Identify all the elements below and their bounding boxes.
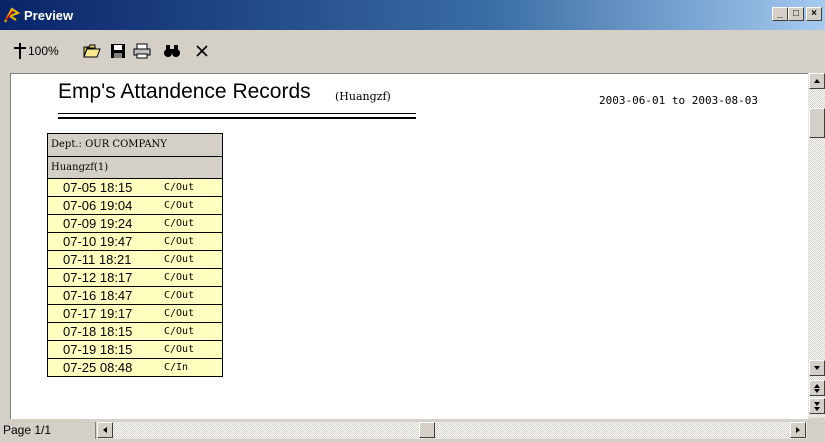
find-icon bbox=[164, 45, 180, 57]
table-row: 07-25 08:48 C/In bbox=[48, 358, 222, 376]
arrow-left-icon bbox=[103, 427, 107, 433]
table-row: 07-19 18:15 C/Out bbox=[48, 340, 222, 358]
table-row: 07-11 18:21 C/Out bbox=[48, 250, 222, 268]
record-time: 07-25 08:48 bbox=[63, 360, 133, 375]
scroll-down-button[interactable] bbox=[809, 360, 825, 376]
record-time: 07-17 19:17 bbox=[63, 306, 133, 321]
title-rule-thick bbox=[58, 117, 416, 119]
scroll-left-button[interactable] bbox=[97, 422, 113, 438]
attendance-table: Dept.: OUR COMPANY Huangzf(1) 07-05 18:1… bbox=[47, 133, 223, 377]
page-up-button[interactable] bbox=[809, 380, 825, 396]
zoom-level-label: 100% bbox=[28, 44, 59, 58]
record-status: C/Out bbox=[164, 290, 195, 301]
table-row: 07-10 19:47 C/Out bbox=[48, 232, 222, 250]
horizontal-scroll-thumb[interactable] bbox=[419, 422, 435, 438]
vertical-scroll-thumb[interactable] bbox=[809, 108, 825, 138]
page-down-button[interactable] bbox=[809, 398, 825, 414]
save-icon bbox=[111, 44, 125, 58]
record-time: 07-09 19:24 bbox=[63, 216, 133, 231]
record-status: C/Out bbox=[164, 344, 195, 355]
record-time: 07-18 18:15 bbox=[63, 324, 133, 339]
maximize-button[interactable]: □ bbox=[788, 7, 804, 21]
record-time: 07-19 18:15 bbox=[63, 342, 133, 357]
close-preview-button[interactable] bbox=[190, 39, 214, 63]
toolbar: 100% bbox=[0, 30, 825, 72]
report-owner: (Huangzf) bbox=[335, 90, 391, 103]
title-rule bbox=[58, 113, 416, 114]
date-range: 2003-06-01 to 2003-08-03 bbox=[599, 94, 758, 107]
arrow-right-icon bbox=[796, 427, 800, 433]
horizontal-scrollbar[interactable] bbox=[97, 422, 807, 439]
arrow-down-icon bbox=[814, 366, 820, 370]
table-row: 07-09 19:24 C/Out bbox=[48, 214, 222, 232]
record-time: 07-10 19:47 bbox=[63, 234, 133, 249]
page-indicator: Page 1/1 bbox=[0, 422, 96, 439]
close-window-button[interactable]: × bbox=[806, 7, 822, 21]
record-status: C/Out bbox=[164, 308, 195, 319]
find-button[interactable] bbox=[160, 39, 184, 63]
table-row: 07-18 18:15 C/Out bbox=[48, 322, 222, 340]
record-status: C/Out bbox=[164, 254, 195, 265]
page-down-icon bbox=[814, 388, 820, 393]
close-icon bbox=[196, 45, 208, 57]
open-button[interactable] bbox=[80, 39, 104, 63]
record-status: C/Out bbox=[164, 236, 195, 247]
record-time: 07-06 19:04 bbox=[63, 198, 133, 213]
report-title: Emp's Attandence Records bbox=[58, 80, 311, 103]
window-title: Preview bbox=[24, 8, 74, 23]
table-row: 07-16 18:47 C/Out bbox=[48, 286, 222, 304]
scroll-right-button[interactable] bbox=[790, 422, 806, 438]
record-time: 07-12 18:17 bbox=[63, 270, 133, 285]
employee-header: Huangzf(1) bbox=[48, 156, 222, 178]
print-icon bbox=[133, 43, 151, 59]
table-row: 07-17 19:17 C/Out bbox=[48, 304, 222, 322]
save-button[interactable] bbox=[106, 39, 130, 63]
record-time: 07-11 18:21 bbox=[63, 252, 132, 267]
last-page-icon bbox=[814, 406, 820, 411]
scroll-up-button[interactable] bbox=[809, 73, 825, 89]
title-bar[interactable]: Preview _ □ × bbox=[0, 0, 825, 30]
minimize-button[interactable]: _ bbox=[772, 7, 788, 21]
record-time: 07-16 18:47 bbox=[63, 288, 133, 303]
page-up-icon bbox=[814, 383, 820, 388]
table-row: 07-05 18:15 C/Out bbox=[48, 178, 222, 196]
last-page-icon bbox=[814, 401, 820, 406]
record-status: C/Out bbox=[164, 200, 195, 211]
arrow-up-icon bbox=[814, 79, 820, 83]
report-preview-area: Emp's Attandence Records (Huangzf) 2003-… bbox=[10, 73, 808, 419]
record-time: 07-05 18:15 bbox=[63, 180, 133, 195]
app-icon bbox=[4, 7, 20, 23]
record-status: C/Out bbox=[164, 182, 195, 193]
status-bar: Page 1/1 bbox=[0, 419, 825, 442]
table-row: 07-06 19:04 C/Out bbox=[48, 196, 222, 214]
vertical-scrollbar[interactable] bbox=[808, 73, 825, 418]
zoom-icon bbox=[14, 43, 26, 59]
record-status: C/In bbox=[164, 362, 189, 373]
table-row: 07-12 18:17 C/Out bbox=[48, 268, 222, 286]
record-status: C/Out bbox=[164, 218, 195, 229]
zoom-button[interactable]: 100% bbox=[14, 39, 74, 63]
record-status: C/Out bbox=[164, 272, 195, 283]
dept-header: Dept.: OUR COMPANY bbox=[48, 134, 222, 156]
open-folder-icon bbox=[83, 44, 101, 58]
record-status: C/Out bbox=[164, 326, 195, 337]
print-button[interactable] bbox=[130, 39, 154, 63]
